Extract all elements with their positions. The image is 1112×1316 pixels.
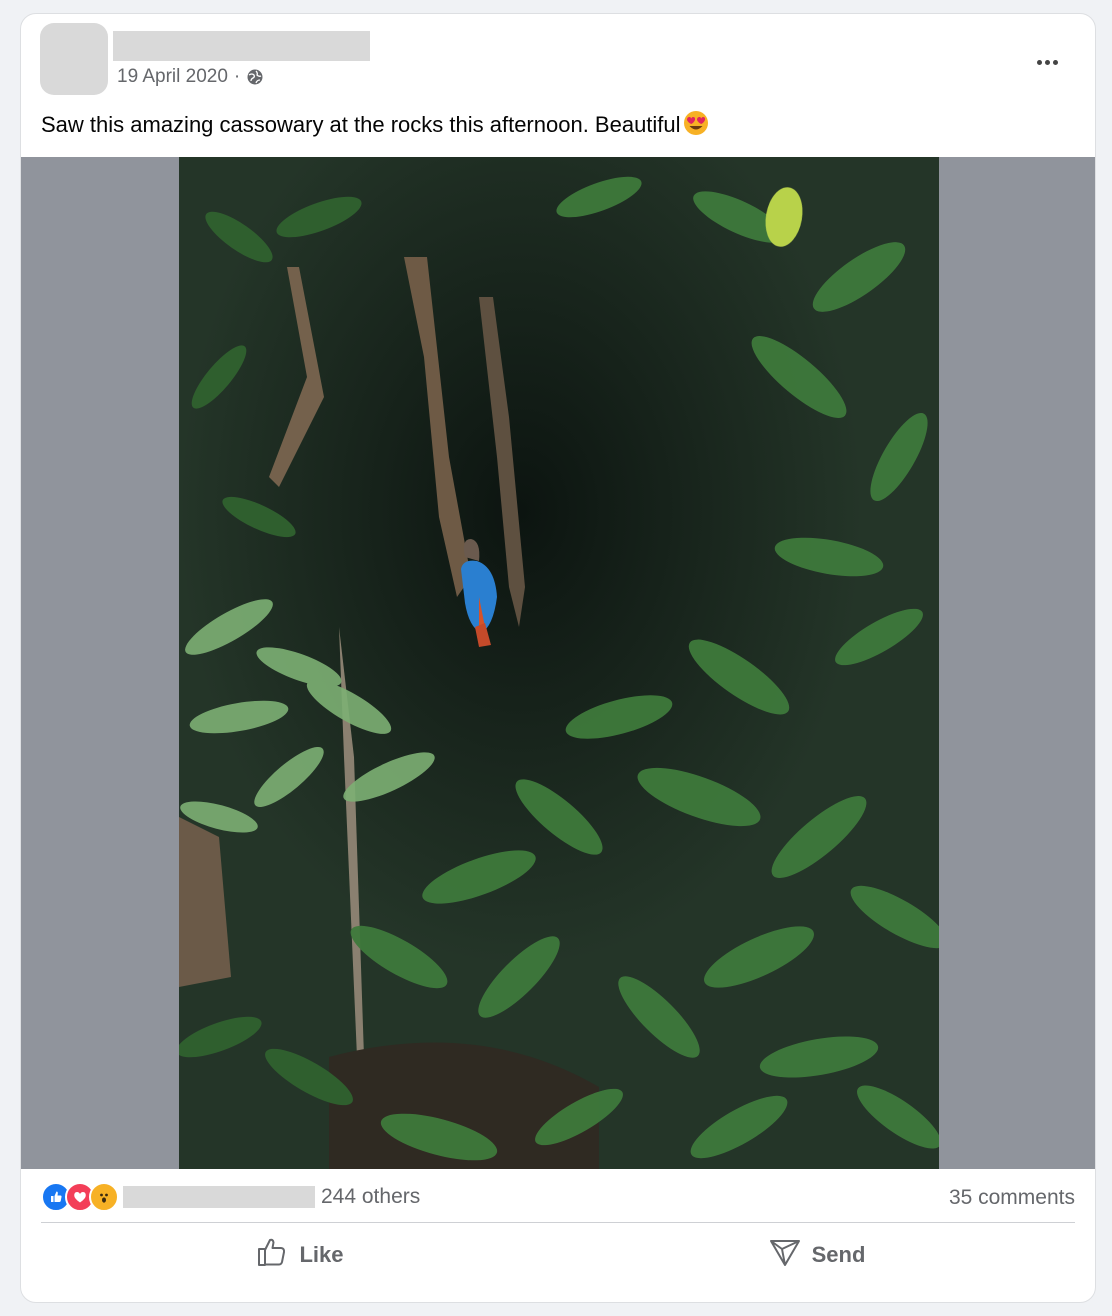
reaction-count[interactable]: 244 others <box>321 1185 420 1209</box>
reactor-name-redacted <box>123 1186 315 1208</box>
send-button[interactable]: Send <box>558 1226 1075 1284</box>
post-meta: 19 April 2020 · <box>117 66 264 88</box>
actions-divider <box>41 1222 1075 1223</box>
post-text: Saw this amazing cassowary at the rocks … <box>41 110 709 144</box>
reactions-summary[interactable]: 244 others <box>41 1182 420 1212</box>
heart-eyes-emoji <box>683 110 709 144</box>
post-actions: Like Send <box>41 1226 1075 1284</box>
send-icon <box>768 1235 802 1275</box>
wow-reaction-icon <box>89 1182 119 1212</box>
post-date[interactable]: 19 April 2020 <box>117 66 228 88</box>
like-label: Like <box>299 1242 344 1267</box>
like-button[interactable]: Like <box>41 1226 558 1284</box>
post-photo[interactable] <box>179 157 939 1169</box>
author-name-redacted[interactable] <box>113 31 370 61</box>
thumbs-up-icon <box>255 1235 289 1275</box>
comments-count[interactable]: 35 comments <box>949 1186 1075 1210</box>
post-text-content: Saw this amazing cassowary at the rocks … <box>41 112 681 137</box>
post-stats: 244 others 35 comments <box>21 1174 1095 1222</box>
post-header: 19 April 2020 · Saw this amazing cassowa… <box>21 14 1095 154</box>
more-options-icon[interactable] <box>1027 50 1067 74</box>
photo-container <box>21 157 1095 1169</box>
avatar[interactable] <box>40 23 108 95</box>
post-card: 19 April 2020 · Saw this amazing cassowa… <box>20 13 1096 1303</box>
meta-separator: · <box>233 66 241 87</box>
send-label: Send <box>811 1242 866 1267</box>
globe-icon[interactable] <box>246 68 264 86</box>
